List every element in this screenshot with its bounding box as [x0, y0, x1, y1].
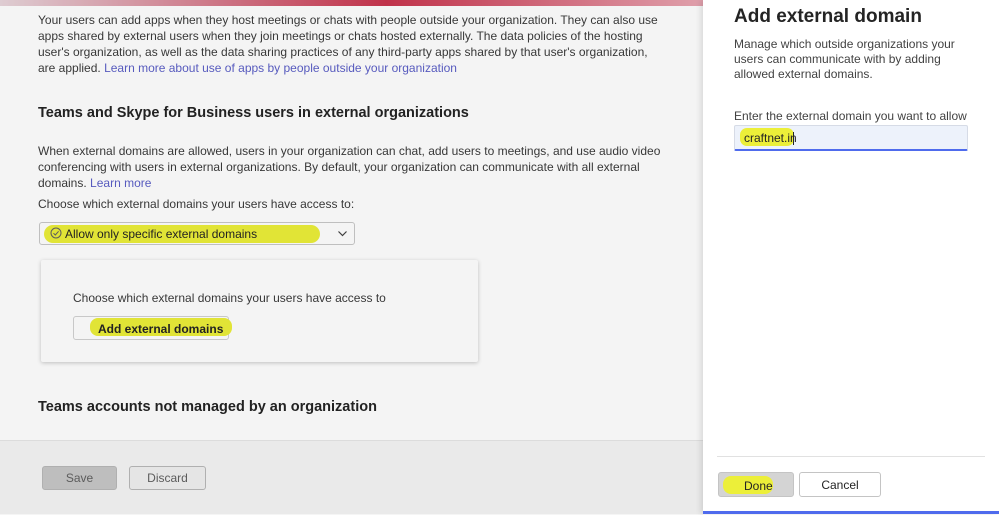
- domain-input[interactable]: [735, 126, 967, 149]
- add-external-domains-label: Add external domains: [98, 322, 224, 336]
- done-label: Done: [744, 479, 773, 493]
- modal-dim-overlay: [0, 0, 703, 514]
- domain-input-container: [734, 125, 968, 151]
- check-circle-icon: [50, 227, 62, 239]
- external-domains-dropdown[interactable]: Allow only specific external domains: [39, 222, 355, 245]
- learn-more-apps-link[interactable]: Learn more about use of apps by people o…: [104, 61, 457, 75]
- settings-page: Your users can add apps when they host m…: [0, 0, 703, 515]
- done-button[interactable]: Done: [718, 472, 794, 497]
- discard-button[interactable]: Discard: [129, 466, 206, 490]
- chevron-down-icon: [338, 231, 347, 237]
- panel-description: Manage which outside organizations your …: [734, 37, 955, 81]
- section-title-external-orgs: Teams and Skype for Business users in ex…: [38, 105, 469, 121]
- save-button[interactable]: Save: [42, 466, 117, 490]
- external-orgs-description: When external domains are allowed, users…: [38, 144, 661, 190]
- allowed-domains-card: Choose which external domains your users…: [41, 260, 478, 362]
- section-title-unmanaged-accounts: Teams accounts not managed by an organiz…: [38, 399, 377, 415]
- dropdown-selected-value: Allow only specific external domains: [65, 227, 258, 241]
- learn-more-link[interactable]: Learn more: [90, 176, 151, 190]
- header-accent-bar: [0, 0, 703, 6]
- apps-intro-text: Your users can add apps when they host m…: [38, 13, 658, 75]
- cancel-button[interactable]: Cancel: [799, 472, 881, 497]
- text-caret: [793, 132, 794, 145]
- card-label: Choose which external domains your users…: [73, 291, 386, 305]
- domain-field-label: Enter the external domain you want to al…: [734, 109, 967, 123]
- add-external-domains-button[interactable]: Add external domains: [73, 316, 232, 340]
- panel-footer-divider: [717, 456, 985, 457]
- panel-title: Add external domain: [734, 6, 922, 27]
- add-external-domain-panel: Add external domain Manage which outside…: [703, 0, 999, 514]
- choose-domains-label: Choose which external domains your users…: [38, 197, 355, 211]
